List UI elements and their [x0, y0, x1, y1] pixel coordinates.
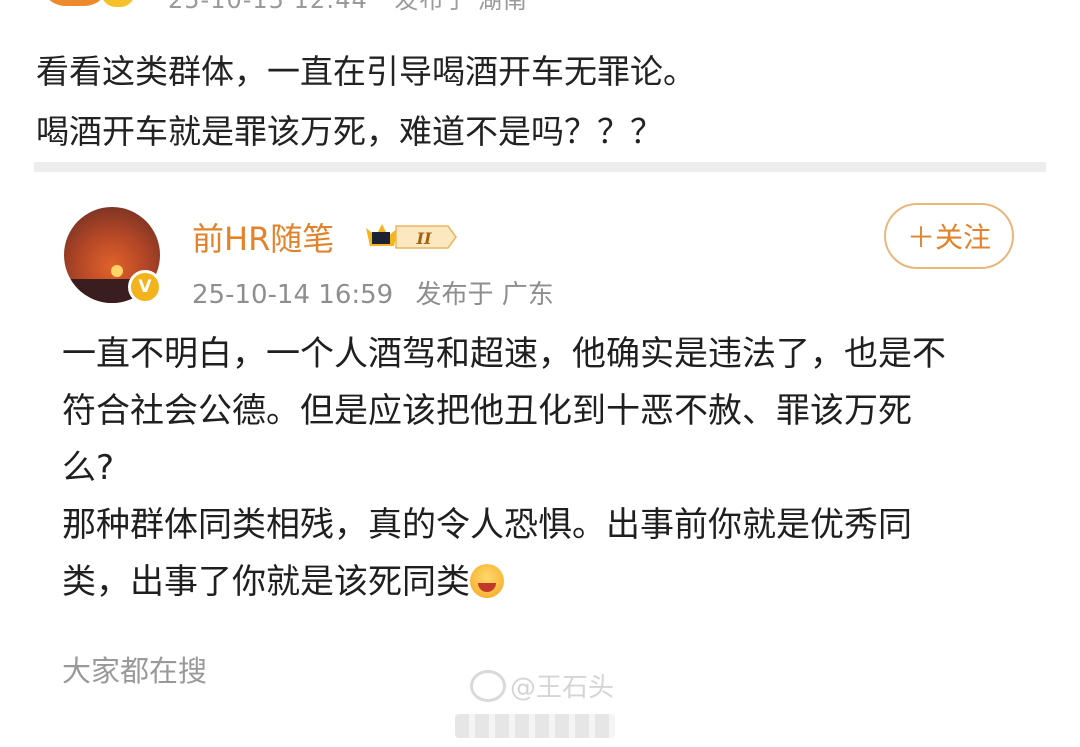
crying-face-icon — [470, 564, 504, 598]
verified-badge-icon — [98, 0, 138, 10]
weibo-logo-icon — [470, 670, 506, 702]
post-body: 看看这类群体，一直在引导喝酒开车无罪论。 喝酒开车就是罪该万死，难道不是吗？？？ — [36, 42, 696, 162]
body-line: 么? — [62, 448, 115, 488]
post-line: 喝酒开车就是罪该万死，难道不是吗？？？ — [36, 112, 663, 151]
post-timestamp: 25-10-15 12:44 发布于 湖南 — [168, 0, 528, 15]
quoted-post-body: 一直不明白，一个人酒驾和超速，他确实是违法了，也是不 符合社会公德。但是应该把他… — [62, 326, 946, 611]
timestamp-text: 25-10-15 12:44 — [168, 0, 368, 14]
body-line: 符合社会公德。但是应该把他丑化到十恶不赦、罪该万死 — [62, 391, 912, 431]
divider — [34, 162, 1046, 172]
post-line: 看看这类群体，一直在引导喝酒开车无罪论。 — [36, 52, 696, 91]
sun-icon — [111, 265, 123, 277]
location-text: 发布于 湖南 — [394, 0, 529, 14]
body-line: 一直不明白，一个人酒驾和超速，他确实是违法了，也是不 — [62, 334, 946, 374]
crown-level-icon: II — [366, 224, 457, 249]
body-line: 那种群体同类相残，真的令人恐惧。出事前你就是优秀同 — [62, 505, 912, 545]
weibo-watermark: @王石头 — [470, 667, 614, 704]
previous-post-header: 25-10-15 12:44 发布于 湖南 — [0, 0, 1080, 20]
body-line-with-emoji: 类，出事了你就是该死同类 — [62, 554, 946, 611]
follow-button-label: ＋关注 — [906, 221, 991, 254]
level-text: II — [416, 229, 432, 248]
timestamp-text: 25-10-14 16:59 — [192, 280, 394, 310]
verified-v-icon: V — [128, 270, 162, 304]
body-line: 类，出事了你就是该死同类 — [62, 562, 470, 602]
post-meta: 25-10-14 16:59 发布于 广东 — [192, 274, 554, 311]
location-text: 发布于 广东 — [415, 280, 554, 310]
follow-button[interactable]: ＋关注 — [884, 203, 1014, 269]
watermark-text: @王石头 — [510, 673, 615, 703]
blurred-text-strip — [455, 714, 615, 738]
trending-search-label[interactable]: 大家都在搜 — [62, 648, 207, 690]
username[interactable]: 前HR随笔 — [192, 214, 334, 260]
